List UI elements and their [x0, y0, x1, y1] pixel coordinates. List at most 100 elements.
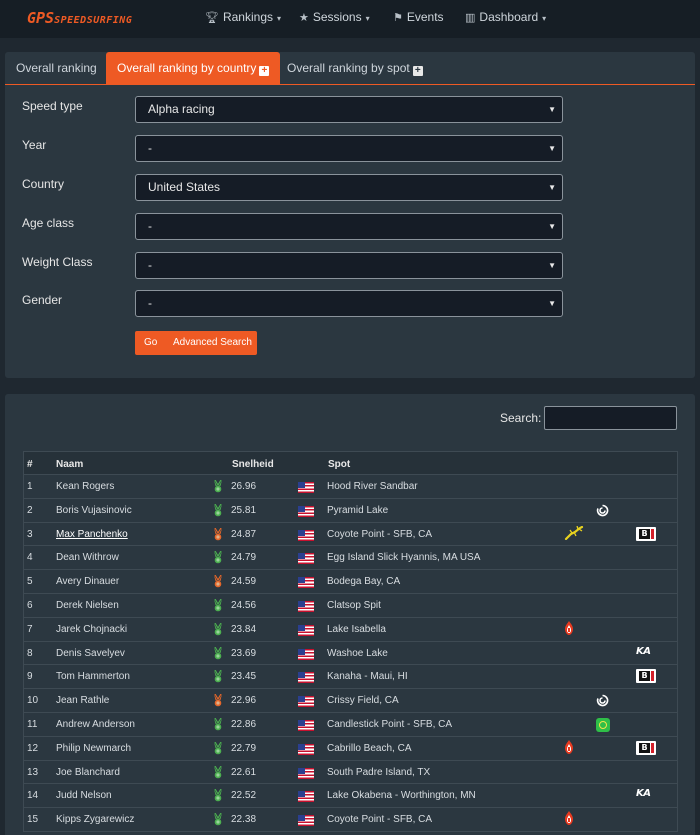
filter-panel: Overall ranking Overall ranking by count…	[5, 52, 695, 378]
flame-icon	[564, 620, 574, 639]
select-value: -	[148, 258, 152, 272]
sponsor-badge	[564, 525, 584, 543]
speed-cell: 23.84	[231, 623, 257, 635]
ka-icon: KA	[636, 788, 651, 800]
age-class-label: Age class	[22, 216, 75, 230]
go-advanced-search-button[interactable]: Go Advanced Search	[135, 331, 257, 355]
tab-label: Overall ranking by country	[117, 61, 257, 75]
nav-dashboard[interactable]: ▥ Dashboard ▾	[465, 10, 546, 24]
sponsor-badge	[596, 694, 609, 710]
b1-letter: B	[639, 671, 650, 682]
green-medal-icon	[212, 598, 224, 612]
speed-cell: 24.87	[231, 528, 257, 540]
speed-type-label: Speed type	[22, 99, 83, 113]
ranking-tabs: Overall ranking Overall ranking by count…	[5, 52, 695, 85]
nav-events[interactable]: ⚑ Events	[393, 10, 444, 24]
tab-label: Overall ranking by spot	[287, 61, 410, 75]
table-row: 13 Joe Blanchard 22.61 South Padre Island, …	[23, 760, 678, 785]
table-row: 1 Kean Rogers 26.96 Hood River Sandbar	[23, 475, 678, 499]
green-medal-icon	[212, 813, 224, 826]
us-flag-icon	[298, 600, 314, 612]
spot-cell: South Padre Island, TX	[327, 766, 431, 778]
brand-logo[interactable]: GPSSPEEDSURFING	[27, 9, 132, 27]
age-class-select[interactable]: - ▼	[135, 213, 563, 240]
nav-sessions[interactable]: ★ Sessions ▾	[299, 10, 370, 24]
table-row: 15 Kipps Zygarewicz 22.38 Coyote Point - SF…	[23, 808, 678, 832]
star-icon: ★	[299, 12, 309, 24]
swirl-icon	[596, 504, 609, 520]
trophy-icon: 🏆︎	[205, 12, 219, 24]
rank-cell: 10	[27, 695, 39, 707]
speed-cell: 22.96	[231, 695, 257, 707]
rank-cell: 2	[27, 504, 33, 516]
us-flag-icon	[298, 648, 314, 660]
speed-cell: 23.69	[231, 647, 257, 659]
year-select[interactable]: - ▼	[135, 135, 563, 162]
sponsor-badge: B	[636, 740, 656, 758]
header-spot[interactable]: Spot	[328, 459, 350, 470]
rider-name: Kean Rogers	[56, 481, 115, 492]
speed-cell: 24.79	[231, 552, 257, 564]
country-select[interactable]: United States ▼	[135, 174, 563, 201]
tab-overall-ranking-by-country[interactable]: Overall ranking by country +	[106, 52, 281, 85]
header-name[interactable]: Naam	[56, 459, 83, 470]
search-input[interactable]	[544, 406, 677, 430]
speed-cell: 22.79	[231, 742, 257, 754]
header-speed[interactable]: Snelheid	[232, 459, 274, 470]
us-flag-icon	[298, 791, 314, 803]
green-medal-icon	[212, 646, 224, 660]
nav-rankings[interactable]: 🏆︎ Rankings ▾	[205, 10, 281, 24]
rank-cell: 3	[27, 528, 33, 540]
flame-icon	[564, 739, 574, 758]
nav-sessions-label: Sessions	[312, 10, 362, 24]
select-value: -	[148, 141, 152, 155]
header-rank[interactable]: #	[27, 459, 33, 470]
speed-type-select[interactable]: Alpha racing ▼	[135, 96, 563, 123]
us-flag-icon	[298, 553, 314, 565]
rider-name: Joe Blanchard	[56, 766, 120, 778]
sponsor-badge	[564, 739, 574, 758]
rider-name: Jarek Chojnacki	[56, 623, 128, 635]
rank-cell: 8	[27, 647, 33, 659]
gender-label: Gender	[22, 293, 63, 307]
green-medal-icon	[212, 503, 224, 517]
spot-cell: Cabrillo Beach, CA	[327, 742, 412, 754]
table-row: 8 Denis Savelyev 23.69 Washoe Lake KA	[23, 641, 678, 666]
rider-name[interactable]: Max Panchenko	[56, 529, 128, 540]
us-flag-icon	[298, 624, 314, 636]
green-medal-icon	[212, 765, 224, 779]
search-label: Search:	[500, 411, 542, 425]
table-row: 11 Andrew Anderson 22.86 Candlestick Point …	[23, 712, 678, 737]
rank-cell: 14	[27, 790, 39, 802]
spot-cell: Coyote Point - SFB, CA	[327, 528, 433, 540]
rider-name: Tom Hammerton	[56, 671, 130, 683]
tab-overall-ranking-by-spot[interactable]: Overall ranking by spot +	[276, 52, 434, 85]
tab-overall-ranking[interactable]: Overall ranking	[5, 52, 108, 85]
chevron-down-icon: ▾	[542, 14, 547, 23]
ka-icon: KA	[636, 645, 651, 657]
table-row: 9 Tom Hammerton 23.45 Kanaha - Maui, HI B	[23, 665, 678, 690]
green-medal-icon	[212, 717, 224, 731]
us-flag-icon	[298, 529, 314, 541]
table-row: 4 Dean Withrow 24.79 Egg Island Slick Hyann…	[23, 546, 678, 571]
green-medal-icon	[212, 622, 224, 636]
gender-select[interactable]: - ▼	[135, 290, 563, 317]
table-row: 10 Jean Rathle 22.96 Crissy Field, CA	[23, 689, 678, 713]
spot-cell: Coyote Point - SFB, CA	[327, 814, 433, 826]
dropdown-arrow-icon: ▼	[548, 299, 556, 308]
speed-cell: 26.96	[231, 481, 257, 492]
us-flag-icon	[298, 767, 314, 779]
rider-name: Boris Vujasinovic	[56, 504, 132, 516]
rank-cell: 4	[27, 552, 33, 564]
rank-cell: 11	[27, 718, 38, 730]
flag-icon: ⚑	[393, 12, 403, 24]
year-label: Year	[22, 138, 47, 152]
weight-class-label: Weight Class	[22, 255, 93, 269]
weight-class-select[interactable]: - ▼	[135, 252, 563, 279]
go-button-label: Go	[144, 337, 158, 348]
nav-events-label: Events	[406, 10, 444, 24]
us-flag-icon	[298, 672, 314, 684]
nav-dashboard-label: Dashboard	[479, 10, 539, 24]
sponsor-badge	[596, 717, 610, 735]
sponsor-badge	[564, 811, 574, 829]
